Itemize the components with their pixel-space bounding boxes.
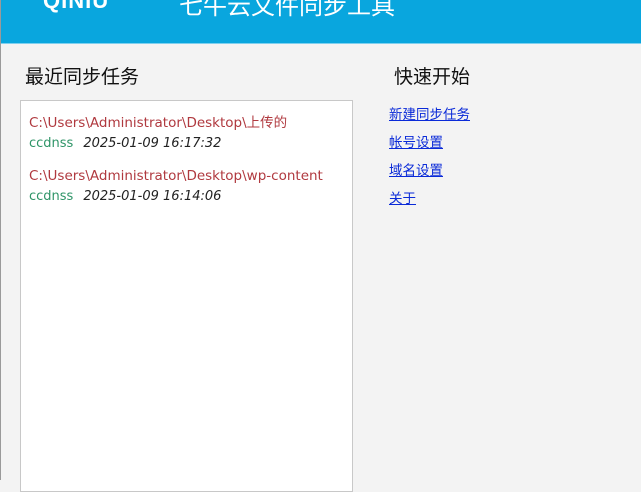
- domain-settings-link[interactable]: 域名设置: [389, 159, 470, 187]
- task-user: ccdnss: [29, 189, 74, 204]
- task-path: C:\Users\Administrator\Desktop\wp-conten…: [29, 168, 323, 184]
- recent-tasks-list[interactable]: C:\Users\Administrator\Desktop\上传的 ccdns…: [20, 100, 353, 492]
- task-time: 2025-01-09 16:17:32: [83, 136, 222, 151]
- app-header: QINIU 七牛云文件同步工具: [1, 0, 641, 44]
- task-path: C:\Users\Administrator\Desktop\上传的: [29, 115, 288, 131]
- about-link[interactable]: 关于: [389, 187, 470, 215]
- quick-start-heading: 快速开始: [394, 66, 471, 88]
- task-time: 2025-01-09 16:14:06: [83, 189, 222, 204]
- account-settings-link[interactable]: 帐号设置: [389, 131, 470, 159]
- qiniu-logo: QINIU: [43, 0, 110, 13]
- new-sync-task-link[interactable]: 新建同步任务: [389, 103, 470, 131]
- recent-tasks-heading: 最近同步任务: [25, 66, 140, 88]
- list-item[interactable]: C:\Users\Administrator\Desktop\上传的 ccdns…: [29, 111, 287, 151]
- task-user: ccdnss: [29, 136, 74, 151]
- list-item[interactable]: C:\Users\Administrator\Desktop\wp-conten…: [29, 168, 323, 204]
- app-title: 七牛云文件同步工具: [179, 0, 395, 20]
